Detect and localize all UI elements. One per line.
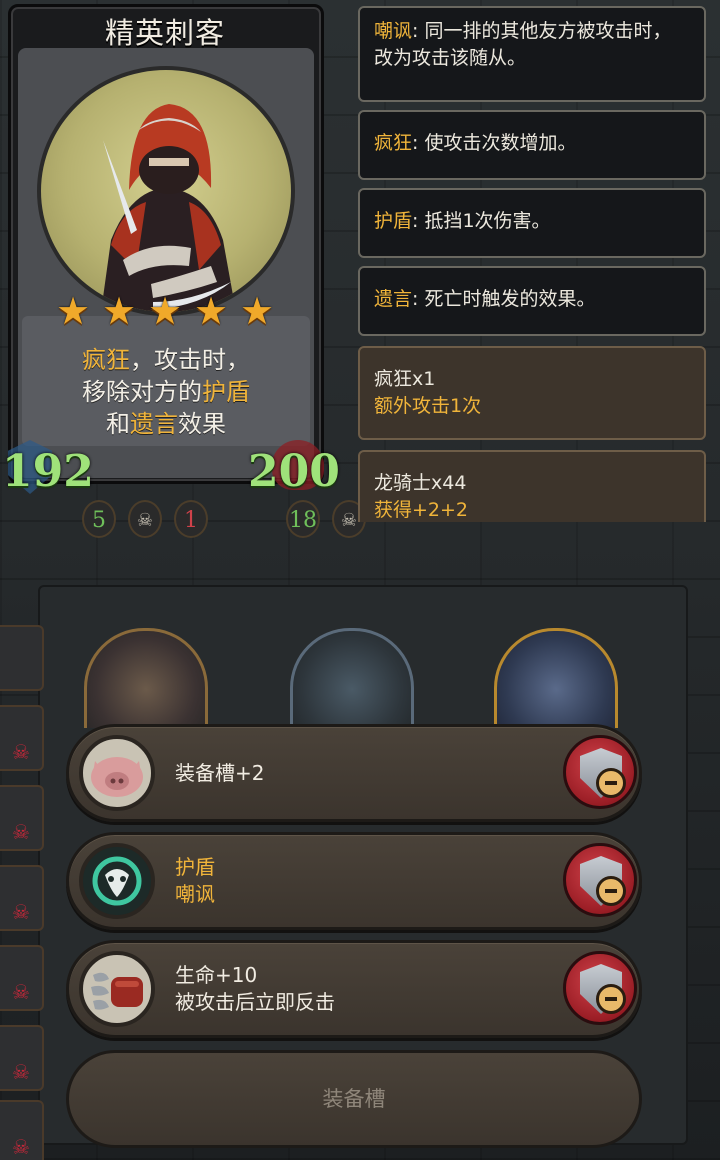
side-unit-slot[interactable]: ☠ <box>0 945 44 1011</box>
keyword-shield[interactable]: 护盾 <box>202 378 250 406</box>
tooltip-deathrattle: 遗言: 死亡时触发的效果。 <box>358 266 706 336</box>
attack-value: 192 <box>2 446 94 497</box>
tooltip-keyword: 疯狂 <box>374 132 413 154</box>
buff-tooltip-frenzy: 疯狂x1 额外攻击1次 <box>358 346 706 440</box>
side-unit-slot[interactable]: ☠ <box>0 705 44 771</box>
tooltip-frenzy: 疯狂: 使攻击次数增加。 <box>358 110 706 180</box>
ability-text-line-3: 和遗言效果 <box>22 404 310 439</box>
ability-text: 效果 <box>178 410 226 438</box>
board-badge: 1 <box>174 500 208 538</box>
skull-icon: ☠ <box>12 740 30 764</box>
buff-detail: 获得+2+2 <box>374 499 469 521</box>
star-icon: ★ <box>101 289 137 333</box>
remove-equipment-button[interactable] <box>563 735 637 809</box>
health-value: 200 <box>248 446 340 497</box>
side-unit-slot[interactable]: ☠ <box>0 1025 44 1091</box>
tooltip-keyword: 护盾 <box>374 210 413 232</box>
keyword-deathrattle[interactable]: 遗言 <box>130 410 178 438</box>
equipment-text: 装备槽+2 <box>175 727 264 819</box>
tooltip-taunt: 嘲讽: 同一排的其他友方被攻击时，改为攻击该随从。 <box>358 6 706 102</box>
ability-text-line-2: 移除对方的护盾 <box>22 372 310 407</box>
hero-name: 精英刺客 <box>104 16 225 50</box>
board-badge: 18 <box>286 500 320 538</box>
minus-icon <box>596 984 626 1014</box>
tooltip-desc: : 使攻击次数增加。 <box>412 132 577 154</box>
tooltip-desc: : 死亡时触发的效果。 <box>412 288 596 310</box>
equipment-line-2: 嘲讽 <box>175 882 215 906</box>
equipment-row[interactable]: 生命+10 被攻击后立即反击 <box>66 940 642 1038</box>
skull-icon: ☠ <box>12 820 30 844</box>
skull-icon: ☠ <box>12 980 30 1004</box>
remove-equipment-button[interactable] <box>563 951 637 1025</box>
buff-detail: 额外攻击1次 <box>374 395 482 417</box>
side-unit-slot[interactable]: ☠ <box>0 1100 44 1160</box>
ability-text: 和 <box>106 410 130 438</box>
side-unit-slot[interactable] <box>0 625 44 691</box>
empty-equipment-slot[interactable]: 装备槽 <box>66 1050 642 1148</box>
hero-card: 精英刺客 ★ ★ ★ ★ ★ 疯狂，攻击时， 移除对方的护盾 和遗言效果 192… <box>0 0 340 500</box>
equipment-line-1: 生命+10 <box>175 963 258 987</box>
tooltip-shield: 护盾: 抵挡1次伤害。 <box>358 188 706 258</box>
tooltip-keyword: 遗言 <box>374 288 413 310</box>
remove-equipment-button[interactable] <box>563 843 637 917</box>
equipment-row[interactable]: 装备槽+2 <box>66 724 642 822</box>
skull-icon: ☠ <box>12 1135 30 1159</box>
star-icon: ★ <box>193 289 229 333</box>
skull-icon: ☠ <box>128 500 162 538</box>
minus-icon <box>596 768 626 798</box>
skull-icon: ☠ <box>12 1060 30 1084</box>
tooltip-keyword: 嘲讽 <box>374 20 413 42</box>
star-rating: ★ ★ ★ ★ ★ <box>54 292 284 332</box>
ability-text-line-1: 疯狂，攻击时， <box>22 340 310 375</box>
buff-tooltip-dragoon: 龙骑士x44 获得+2+2 <box>358 450 706 522</box>
equipment-text: 生命+10 被攻击后立即反击 <box>175 943 335 1035</box>
pig-icon <box>79 735 155 811</box>
star-icon: ★ <box>239 289 275 333</box>
equipment-line-1: 护盾 <box>175 855 215 879</box>
buff-title: 龙骑士x44 <box>374 472 467 494</box>
tooltip-desc: : 抵挡1次伤害。 <box>412 210 551 232</box>
green-crest-icon <box>79 843 155 919</box>
equipment-line-2: 被攻击后立即反击 <box>175 990 335 1014</box>
side-unit-slot[interactable]: ☠ <box>0 785 44 851</box>
equipment-row[interactable]: 护盾 嘲讽 <box>66 832 642 930</box>
minus-icon <box>596 876 626 906</box>
buff-title: 疯狂x1 <box>374 368 436 390</box>
equipment-text: 护盾 嘲讽 <box>175 835 215 927</box>
equipment-line-1: 装备槽+2 <box>175 760 265 785</box>
armored-fist-icon <box>79 951 155 1027</box>
keyword-frenzy[interactable]: 疯狂 <box>82 346 130 374</box>
skull-icon: ☠ <box>12 900 30 924</box>
ability-text: 移除对方的 <box>82 378 202 406</box>
assassin-portrait <box>37 66 295 316</box>
side-unit-slot[interactable]: ☠ <box>0 865 44 931</box>
board-badge: 5 <box>82 500 116 538</box>
star-icon: ★ <box>55 289 91 333</box>
ability-text: ，攻击时， <box>130 346 250 374</box>
star-icon: ★ <box>147 289 183 333</box>
tooltip-desc: : 同一排的其他友方被攻击时，改为攻击该随从。 <box>374 20 672 69</box>
